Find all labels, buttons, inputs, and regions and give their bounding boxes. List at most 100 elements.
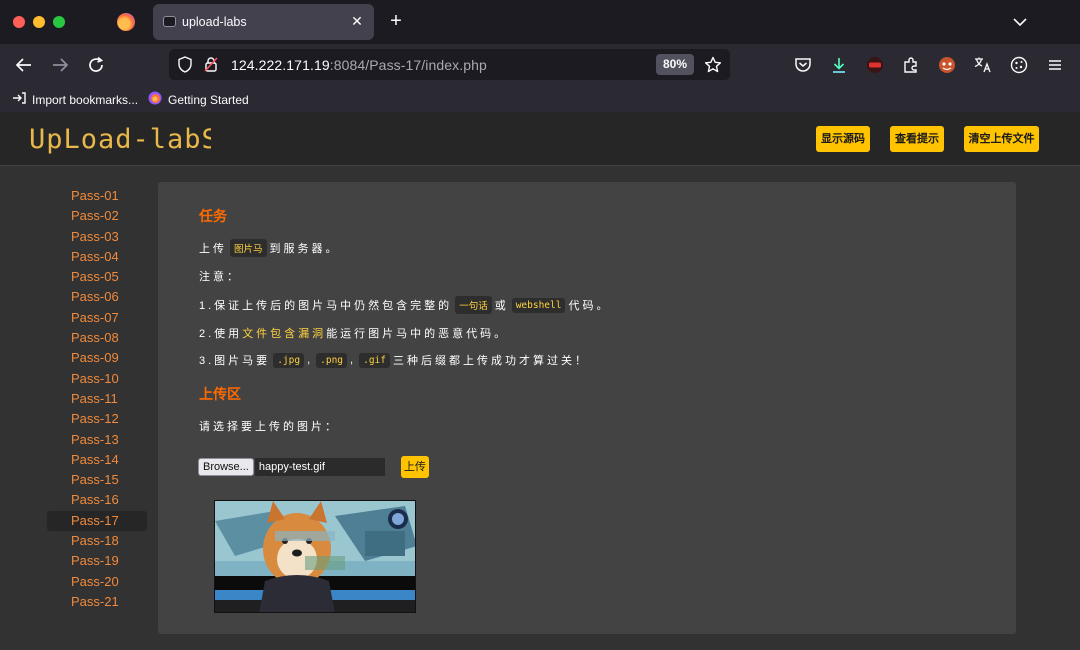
url-text[interactable]: 124.222.171.19:8084/Pass-17/index.php bbox=[231, 57, 487, 73]
sidebar-item-pass-09[interactable]: Pass-09 bbox=[47, 348, 147, 368]
bookmark-getting-started-label: Getting Started bbox=[168, 92, 249, 107]
reload-icon[interactable] bbox=[84, 53, 108, 77]
extension-fox-icon[interactable] bbox=[937, 55, 957, 75]
shiba-news-anchor-image bbox=[215, 501, 415, 612]
downloads-icon[interactable] bbox=[829, 55, 849, 75]
code-tag-image-trojan: 图片马 bbox=[230, 239, 267, 257]
task-item-3: 3.图片马要 .jpg , .png , .gif 三种后缀都上传成功才算过关！ bbox=[199, 352, 589, 368]
forward-arrow-icon[interactable] bbox=[48, 53, 72, 77]
code-tag-webshell: webshell bbox=[511, 297, 566, 313]
task-item-2-tail: 能运行图片马中的恶意代码。 bbox=[326, 328, 509, 340]
pocket-icon[interactable] bbox=[793, 55, 813, 75]
code-tag-png: .png bbox=[316, 352, 348, 368]
sidebar-item-pass-15[interactable]: Pass-15 bbox=[47, 470, 147, 490]
sidebar-item-pass-04[interactable]: Pass-04 bbox=[47, 247, 147, 267]
pass-sidebar: Pass-01 Pass-02 Pass-03 Pass-04 Pass-05 Pass-… bbox=[47, 186, 147, 612]
new-tab-button[interactable]: + bbox=[386, 10, 406, 34]
firefox-icon bbox=[148, 91, 162, 108]
tab-favicon-icon bbox=[163, 16, 176, 27]
cookie-extension-icon[interactable] bbox=[1009, 55, 1029, 75]
sidebar-item-pass-03[interactable]: Pass-03 bbox=[47, 227, 147, 247]
sidebar-item-pass-05[interactable]: Pass-05 bbox=[47, 267, 147, 287]
svg-text:UpLoad-labS: UpLoad-labS bbox=[29, 124, 211, 155]
file-include-vuln-highlight: 文件包含漏洞 bbox=[242, 328, 327, 340]
task-note: 注意： bbox=[199, 271, 241, 283]
sidebar-item-pass-18[interactable]: Pass-18 bbox=[47, 531, 147, 551]
firefox-view-icon[interactable] bbox=[117, 13, 135, 31]
upload-prompt: 请选择要上传的图片： bbox=[199, 421, 339, 433]
task-item-3-text: 3.图片马要 bbox=[199, 355, 271, 367]
app-menu-hamburger-icon[interactable] bbox=[1045, 55, 1065, 75]
window-close-button[interactable] bbox=[13, 16, 25, 28]
tab-title: upload-labs bbox=[182, 15, 247, 29]
navigation-toolbar: 124.222.171.19:8084/Pass-17/index.php 80… bbox=[0, 44, 1080, 86]
sidebar-item-pass-01[interactable]: Pass-01 bbox=[47, 186, 147, 206]
task-item-3-sep-1: , bbox=[307, 354, 314, 366]
sidebar-item-pass-17[interactable]: Pass-17 bbox=[47, 510, 147, 532]
file-upload-form: Browse... happy-test.gif 上传 bbox=[198, 456, 429, 478]
tab-close-icon[interactable]: ✕ bbox=[348, 12, 366, 30]
sidebar-item-pass-21[interactable]: Pass-21 bbox=[47, 592, 147, 612]
site-header: UpLoad-labS 显示源码 查看提示 清空上传文件 bbox=[0, 112, 1080, 166]
task-item-2: 2.使用 文件包含漏洞 能运行图片马中的恶意代码。 bbox=[199, 325, 508, 341]
sidebar-item-pass-11[interactable]: Pass-11 bbox=[47, 389, 147, 409]
task-title: 任务 bbox=[199, 208, 227, 224]
sidebar-item-pass-07[interactable]: Pass-07 bbox=[47, 308, 147, 328]
insecure-lock-icon[interactable] bbox=[204, 56, 218, 72]
selected-file-name: happy-test.gif bbox=[254, 458, 385, 476]
window-zoom-button[interactable] bbox=[53, 16, 65, 28]
task-item-3-sep-2: , bbox=[350, 354, 357, 366]
tab-strip: upload-labs ✕ + bbox=[0, 0, 1080, 44]
sidebar-item-pass-14[interactable]: Pass-14 bbox=[47, 450, 147, 470]
extension-red-icon[interactable] bbox=[865, 55, 885, 75]
task-line-1: 上传 图片马 到服务器。 bbox=[199, 239, 340, 257]
bookmarks-toolbar: Import bookmarks... Getting Started bbox=[0, 86, 1080, 112]
task-line-1-tail: 到服务器。 bbox=[269, 243, 340, 255]
tab-upload-labs[interactable]: upload-labs ✕ bbox=[153, 4, 374, 40]
sidebar-item-pass-06[interactable]: Pass-06 bbox=[47, 287, 147, 307]
extensions-puzzle-icon[interactable] bbox=[901, 55, 921, 75]
tracking-shield-icon[interactable] bbox=[177, 56, 193, 73]
code-tag-gif: .gif bbox=[359, 352, 390, 368]
bookmark-import-label: Import bookmarks... bbox=[32, 92, 139, 107]
task-item-1-or: 或 bbox=[494, 300, 509, 312]
url-host: 124.222.171.19 bbox=[231, 57, 330, 73]
url-path: :8084/Pass-17/index.php bbox=[329, 57, 487, 73]
sidebar-item-pass-12[interactable]: Pass-12 bbox=[47, 409, 147, 429]
browse-file-button[interactable]: Browse... bbox=[198, 458, 254, 476]
sidebar-item-pass-13[interactable]: Pass-13 bbox=[47, 430, 147, 450]
address-bar[interactable]: 124.222.171.19:8084/Pass-17/index.php 80… bbox=[169, 49, 730, 80]
task-item-1-text: 1.保证上传后的图片马中仍然包含完整的 bbox=[199, 300, 453, 312]
sidebar-item-pass-02[interactable]: Pass-02 bbox=[47, 206, 147, 226]
uploaded-image-preview bbox=[214, 500, 416, 613]
window-minimize-button[interactable] bbox=[33, 16, 45, 28]
sidebar-item-pass-19[interactable]: Pass-19 bbox=[47, 551, 147, 571]
bookmark-import[interactable]: Import bookmarks... bbox=[12, 91, 138, 108]
task-line-1-text: 上传 bbox=[199, 243, 227, 255]
task-item-1-tail: 代码。 bbox=[568, 300, 611, 312]
code-tag-jpg: .jpg bbox=[273, 352, 305, 368]
bookmark-star-icon[interactable] bbox=[704, 56, 722, 74]
main-content-panel: 任务 上传 图片马 到服务器。 注意： 1.保证上传后的图片马中仍然包含完整的 … bbox=[158, 182, 1016, 634]
back-arrow-icon[interactable] bbox=[12, 53, 36, 77]
upload-labs-logo: UpLoad-labS bbox=[29, 124, 211, 155]
upload-area-title: 上传区 bbox=[199, 386, 241, 402]
bookmark-getting-started[interactable]: Getting Started bbox=[148, 91, 249, 108]
sidebar-item-pass-20[interactable]: Pass-20 bbox=[47, 572, 147, 592]
page-viewport: UpLoad-labS 显示源码 查看提示 清空上传文件 Pass-01 Pass… bbox=[0, 112, 1080, 650]
translate-icon[interactable] bbox=[973, 55, 993, 75]
code-tag-one-liner: 一句话 bbox=[455, 296, 492, 314]
upload-submit-button[interactable]: 上传 bbox=[400, 456, 429, 478]
task-item-2-text: 2.使用 bbox=[199, 328, 243, 340]
sidebar-item-pass-10[interactable]: Pass-10 bbox=[47, 369, 147, 389]
task-item-3-tail: 三种后缀都上传成功才算过关！ bbox=[392, 355, 589, 367]
show-source-button[interactable]: 显示源码 bbox=[816, 126, 870, 152]
import-icon bbox=[12, 91, 26, 108]
zoom-level-badge[interactable]: 80% bbox=[656, 54, 694, 75]
sidebar-item-pass-16[interactable]: Pass-16 bbox=[47, 490, 147, 510]
list-tabs-chevron-icon[interactable] bbox=[1010, 12, 1030, 32]
view-hint-button[interactable]: 查看提示 bbox=[890, 126, 944, 152]
sidebar-item-pass-08[interactable]: Pass-08 bbox=[47, 328, 147, 348]
clear-uploads-button[interactable]: 清空上传文件 bbox=[964, 126, 1039, 152]
task-item-1: 1.保证上传后的图片马中仍然包含完整的 一句话 或 webshell 代码。 bbox=[199, 296, 610, 314]
